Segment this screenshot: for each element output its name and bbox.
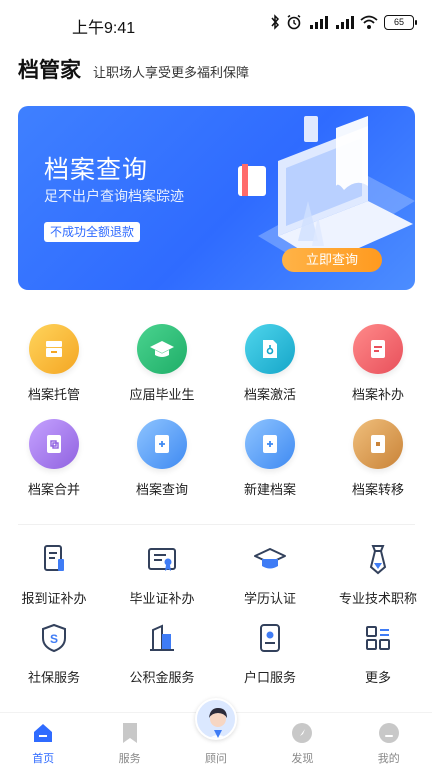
document-merge-icon (29, 419, 79, 469)
bookmark-icon (118, 721, 142, 745)
primary-services-grid: 档案托管 应届毕业生 档案激活 档案补办 档案合并 档案查询 新建档案 档案转移 (0, 324, 432, 498)
profile-icon (377, 721, 401, 745)
document-search-icon (137, 419, 187, 469)
nav-discover[interactable]: 发现 (259, 713, 345, 768)
service-housing-fund[interactable]: 公积金服务 (108, 621, 216, 686)
compass-icon (290, 721, 314, 745)
service-professional-title[interactable]: 专业技术职称 (324, 542, 432, 607)
grid-label: 应届毕业生 (129, 387, 195, 402)
status-time: 上午9:41 (72, 20, 136, 37)
service-new-graduates[interactable]: 应届毕业生 (108, 324, 216, 403)
document-transfer-icon (353, 419, 403, 469)
graduation-cap-outline-icon (253, 542, 287, 576)
nav-profile[interactable]: 我的 (346, 713, 432, 768)
document-reissue-icon (353, 324, 403, 374)
grid-label: 档案转移 (351, 482, 404, 497)
advisor-avatar-icon[interactable] (195, 698, 237, 740)
nav-label: 我的 (377, 753, 400, 765)
id-card-icon (253, 621, 287, 655)
app-title: 档管家 (18, 59, 81, 82)
grid-label: 报到证补办 (21, 591, 87, 606)
archive-query-banner[interactable]: 档案查询 足不出户查询档案踪迹 不成功全额退款 立即查询 (18, 106, 415, 290)
refund-badge: 不成功全额退款 (44, 222, 141, 242)
grid-label: 学历认证 (243, 591, 296, 606)
grid-label: 档案合并 (27, 482, 80, 497)
nav-label: 首页 (32, 753, 55, 765)
svg-text:S: S (50, 632, 58, 646)
service-more[interactable]: 更多 (324, 621, 432, 686)
graduation-cap-icon (137, 324, 187, 374)
grid-label: 新建档案 (243, 482, 296, 497)
building-icon (145, 621, 179, 655)
battery-icon: 65 (384, 14, 417, 30)
grid-label: 社保服务 (27, 670, 80, 685)
nav-services[interactable]: 服务 (86, 713, 172, 768)
home-icon (31, 721, 55, 745)
service-archive-custody[interactable]: 档案托管 (0, 324, 108, 403)
app-slogan: 让职场人享受更多福利保障 (93, 65, 250, 80)
service-archive-new[interactable]: 新建档案 (216, 419, 324, 498)
report-certificate-icon (37, 542, 71, 576)
archive-box-icon (29, 324, 79, 374)
nav-home[interactable]: 首页 (0, 713, 86, 768)
signal-icon-2 (334, 14, 354, 30)
nav-label: 服务 (118, 753, 141, 765)
banner-subtitle: 足不出户查询档案踪迹 (44, 188, 184, 204)
grid-label: 毕业证补办 (129, 591, 195, 606)
service-archive-reissue[interactable]: 档案补办 (324, 324, 432, 403)
header: 档管家 让职场人享受更多福利保障 (18, 54, 249, 84)
service-social-security[interactable]: S 社保服务 (0, 621, 108, 686)
document-new-icon (245, 419, 295, 469)
document-activate-icon (245, 324, 295, 374)
section-divider (18, 524, 415, 525)
grid-label: 档案托管 (27, 387, 80, 402)
nav-label: 顾问 (204, 753, 227, 765)
grid-more-icon (361, 621, 395, 655)
service-archive-query[interactable]: 档案查询 (108, 419, 216, 498)
bluetooth-icon (270, 14, 280, 30)
grid-label: 专业技术职称 (338, 591, 417, 606)
alarm-icon (286, 14, 302, 30)
service-diploma[interactable]: 毕业证补办 (108, 542, 216, 607)
grid-label: 更多 (364, 670, 391, 685)
signal-icon (308, 14, 328, 30)
service-degree-verify[interactable]: 学历认证 (216, 542, 324, 607)
grid-label: 档案补办 (351, 387, 404, 402)
diploma-icon (145, 542, 179, 576)
service-archive-transfer[interactable]: 档案转移 (324, 419, 432, 498)
shield-icon: S (37, 621, 71, 655)
secondary-services-grid: 报到证补办 毕业证补办 学历认证 专业技术职称 S 社保服务 公积金服务 户口服… (0, 542, 432, 686)
grid-label: 档案激活 (243, 387, 296, 402)
grid-label: 公积金服务 (129, 670, 195, 685)
wifi-icon (360, 14, 378, 30)
service-report-certificate[interactable]: 报到证补办 (0, 542, 108, 607)
grid-label: 档案查询 (135, 482, 188, 497)
banner-title: 档案查询 (44, 156, 149, 184)
service-archive-merge[interactable]: 档案合并 (0, 419, 108, 498)
nav-label: 发现 (291, 753, 314, 765)
tie-icon (361, 542, 395, 576)
query-now-button[interactable]: 立即查询 (282, 248, 382, 272)
service-household[interactable]: 户口服务 (216, 621, 324, 686)
status-icons: 65 (270, 14, 417, 30)
status-bar: 上午9:41 65 (0, 0, 432, 48)
service-archive-activate[interactable]: 档案激活 (216, 324, 324, 403)
grid-label: 户口服务 (243, 670, 296, 685)
